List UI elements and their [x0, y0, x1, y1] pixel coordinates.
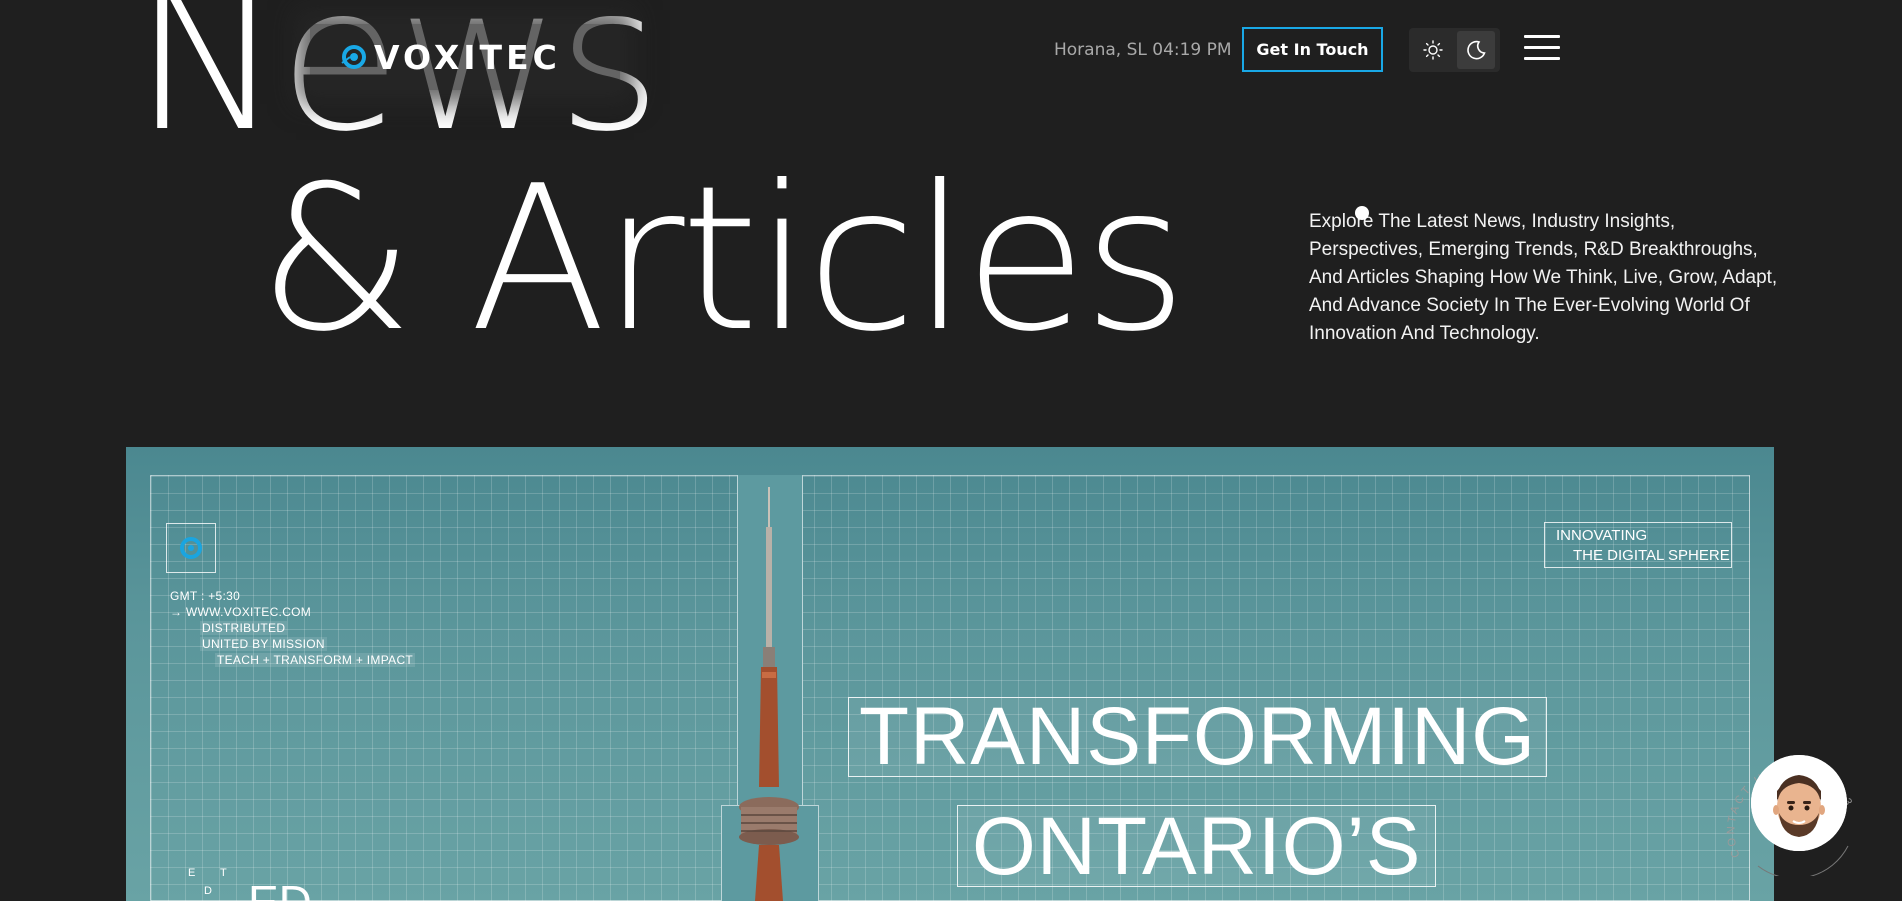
hero-intro-text: Explore The Latest News, Industry Insigh… — [1309, 211, 1778, 344]
fragment-letter: E — [188, 867, 196, 879]
featured-article-banner[interactable]: GMT : +5:30 → WWW.VOXITEC.COM DISTRIBUTE… — [126, 447, 1774, 901]
hamburger-icon-bar — [1524, 57, 1560, 60]
brand-name: VOXITEC — [374, 37, 561, 77]
meta-teach: TEACH + TRANSFORM + IMPACT — [215, 653, 416, 667]
hamburger-icon-bar — [1524, 35, 1560, 38]
sun-icon — [1423, 40, 1443, 60]
hero-title-articles: & Articles — [258, 143, 1187, 376]
cn-tower-image — [739, 487, 799, 901]
hamburger-menu-button[interactable] — [1524, 35, 1560, 63]
fragment-letter: T — [220, 867, 227, 879]
banner-headline-1: TRANSFORMING — [848, 696, 1548, 778]
fragment-letter: D — [204, 885, 212, 897]
meta-gmt: GMT : +5:30 — [170, 589, 241, 603]
theme-toggle[interactable] — [1409, 28, 1500, 72]
meta-distributed: DISTRIBUTED — [200, 621, 288, 635]
location-time: Horana, SL 04:19 PM — [1054, 40, 1232, 60]
get-in-touch-button[interactable]: Get In Touch — [1242, 27, 1383, 72]
meta-united: UNITED BY MISSION — [200, 637, 327, 651]
logo-mark-icon — [341, 45, 366, 69]
tagline-line-2: THE DIGITAL SPHERE — [1573, 547, 1730, 564]
banner-meta: GMT : +5:30 → WWW.VOXITEC.COM DISTRIBUTE… — [170, 588, 416, 668]
contact-avatar[interactable] — [1751, 755, 1847, 851]
moon-icon — [1466, 40, 1486, 60]
dark-mode-button[interactable] — [1456, 31, 1495, 69]
tagline-line-1: INNOVATING — [1556, 527, 1648, 544]
cursor-dot — [1355, 206, 1369, 220]
meta-website[interactable]: → WWW.VOXITEC.COM — [170, 604, 415, 620]
fragment-big: ED — [248, 875, 312, 901]
banner-headline-2: ONTARIO’S — [957, 805, 1437, 888]
brand-logo[interactable]: VOXITEC — [310, 24, 620, 90]
avatar-face-icon — [1751, 755, 1847, 851]
banner-grid — [150, 475, 1750, 901]
banner-tagline: INNOVATING THE DIGITAL SPHERE — [1544, 522, 1732, 568]
banner-logo-icon — [166, 523, 216, 573]
hamburger-icon-bar — [1524, 46, 1560, 49]
light-mode-button[interactable] — [1414, 31, 1452, 69]
